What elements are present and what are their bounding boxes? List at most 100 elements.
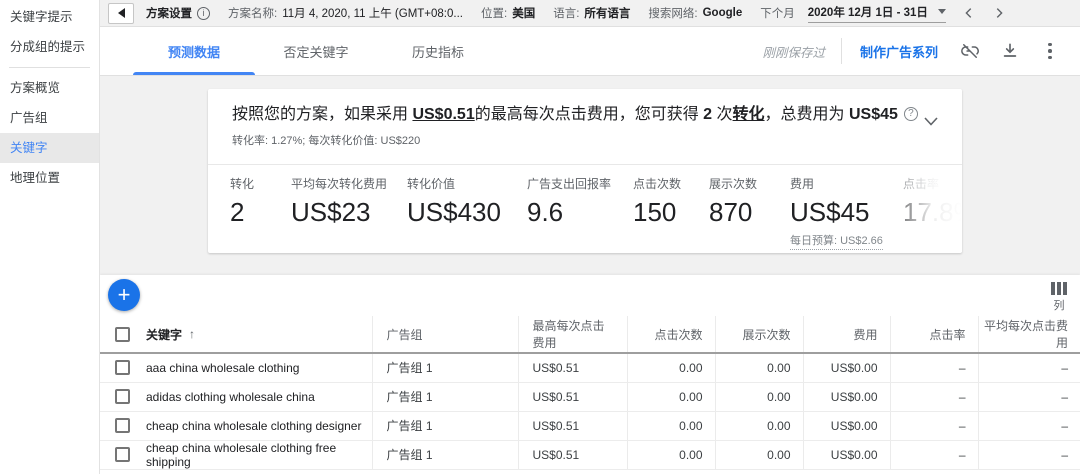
headline-text: ，总费用为 xyxy=(765,106,849,123)
more-options-button[interactable] xyxy=(1030,31,1070,71)
col-header-cost[interactable]: 费用 xyxy=(803,316,890,353)
select-all-checkbox[interactable] xyxy=(115,327,130,342)
col-header-clicks[interactable]: 点击次数 xyxy=(627,316,715,353)
daily-budget-note[interactable]: 每日预算: US$2.66 xyxy=(790,232,883,250)
col-header-max-cpc[interactable]: 最高每次点击费用 xyxy=(518,316,627,353)
cell-clicks: 0.00 xyxy=(627,382,715,411)
tab-forecasts[interactable]: 预测数据 xyxy=(133,27,255,75)
metric-avg-cost-per-conversion: 平均每次转化费用 US$23 xyxy=(291,175,407,252)
col-header-keyword[interactable]: 关键字 ↑ xyxy=(100,316,372,353)
ad-group-text: 广告组 1 xyxy=(387,390,433,404)
help-icon[interactable]: ? xyxy=(904,107,918,121)
cell-clicks: 0.00 xyxy=(627,411,715,440)
metric-value: US$45 xyxy=(790,197,903,228)
cell-ad-group: 广告组 1 xyxy=(372,353,518,382)
cell-max-cpc[interactable]: US$0.51 xyxy=(518,440,627,469)
collapse-card-button[interactable] xyxy=(924,113,938,131)
sidebar-item-locations[interactable]: 地理位置 xyxy=(0,163,99,193)
language-label: 语言: xyxy=(553,5,579,21)
col-header-avg-cpc[interactable]: 平均每次点击费用 xyxy=(978,316,1080,353)
tab-historical-metrics[interactable]: 历史指标 xyxy=(377,27,499,75)
network-value[interactable]: Google xyxy=(703,7,743,19)
dropdown-caret-icon xyxy=(938,9,946,14)
chevron-left-icon xyxy=(962,6,976,20)
cell-ctr: – xyxy=(890,353,978,382)
col-header-ad-group[interactable]: 广告组 xyxy=(372,316,518,353)
info-icon[interactable]: i xyxy=(197,7,210,20)
create-campaign-button[interactable]: 制作广告系列 xyxy=(860,42,938,61)
sidebar-item-plan-overview[interactable]: 方案概览 xyxy=(0,73,99,103)
row-checkbox[interactable] xyxy=(115,418,130,433)
plan-settings-bar: 方案设置 i 方案名称: 11月 4, 2020, 11 上午 (GMT+08:… xyxy=(100,0,1080,27)
cell-ad-group: 广告组 1 xyxy=(372,440,518,469)
columns-button[interactable]: 列 xyxy=(1051,282,1067,313)
sidebar-item-keyword-ideas[interactable]: 关键字提示 xyxy=(0,2,99,32)
col-header-impressions[interactable]: 展示次数 xyxy=(715,316,803,353)
sidebar: 关键字提示 分成组的提示 方案概览 广告组 关键字 地理位置 xyxy=(0,0,100,474)
cell-max-cpc[interactable]: US$0.51 xyxy=(518,353,627,382)
cell-max-cpc[interactable]: US$0.51 xyxy=(518,382,627,411)
download-button[interactable] xyxy=(990,31,1030,71)
metric-label: 转化价值 xyxy=(407,175,527,192)
table-row: aaa china wholesale clothing 广告组 1 US$0.… xyxy=(100,353,1080,382)
metric-label: 点击次数 xyxy=(633,175,709,192)
plan-settings-label: 方案设置 xyxy=(146,5,192,21)
tabs-toolbar: 预测数据 否定关键字 历史指标 刚刚保存过 制作广告系列 xyxy=(100,27,1080,76)
metric-value: 17.8% xyxy=(903,197,962,228)
add-keyword-button[interactable]: + xyxy=(108,279,140,311)
metric-clicks: 点击次数 150 xyxy=(633,175,709,252)
metric-conversion-value: 转化价值 US$430 xyxy=(407,175,527,252)
cell-impressions: 0.00 xyxy=(715,382,803,411)
cell-impressions: 0.00 xyxy=(715,353,803,382)
metric-conversions: 转化 2 xyxy=(230,175,291,252)
sidebar-item-ad-groups[interactable]: 广告组 xyxy=(0,103,99,133)
sidebar-item-keywords[interactable]: 关键字 xyxy=(0,133,99,163)
content-area: 按照您的方案，如果采用 US$0.51的最高每次点击费用，您可获得 2 次转化，… xyxy=(100,76,1080,474)
headline-text: 次 xyxy=(712,106,732,123)
cell-max-cpc[interactable]: US$0.51 xyxy=(518,411,627,440)
cell-clicks: 0.00 xyxy=(627,353,715,382)
kebab-menu-icon xyxy=(1048,43,1052,60)
metric-value: 9.6 xyxy=(527,197,633,228)
cell-impressions: 0.00 xyxy=(715,440,803,469)
cell-keyword: adidas clothing wholesale china xyxy=(100,382,372,411)
previous-period-button[interactable] xyxy=(962,6,976,20)
chevron-down-icon xyxy=(924,117,938,126)
cell-ctr: – xyxy=(890,411,978,440)
main-area: 方案设置 i 方案名称: 11月 4, 2020, 11 上午 (GMT+08:… xyxy=(100,0,1080,474)
headline-text: 按照您的方案，如果采用 xyxy=(232,106,412,123)
row-checkbox[interactable] xyxy=(115,447,130,462)
toolbar-actions: 刚刚保存过 制作广告系列 xyxy=(762,27,1080,75)
cell-avg-cpc: – xyxy=(978,382,1080,411)
cell-keyword: cheap china wholesale clothing free ship… xyxy=(100,440,372,469)
location-value[interactable]: 美国 xyxy=(512,5,535,21)
language-value[interactable]: 所有语言 xyxy=(584,5,630,21)
metric-value: US$430 xyxy=(407,197,527,228)
row-checkbox[interactable] xyxy=(115,389,130,404)
back-button[interactable] xyxy=(108,3,134,24)
cell-cost: US$0.00 xyxy=(803,353,890,382)
metric-ctr: 点击率 17.8% xyxy=(903,175,962,252)
next-period-button[interactable] xyxy=(992,6,1006,20)
columns-icon xyxy=(1051,282,1067,295)
plan-name-value[interactable]: 11月 4, 2020, 11 上午 (GMT+08:0... xyxy=(282,5,463,21)
cell-ctr: – xyxy=(890,382,978,411)
row-checkbox[interactable] xyxy=(115,360,130,375)
table-row: cheap china wholesale clothing free ship… xyxy=(100,440,1080,469)
unlink-button[interactable] xyxy=(950,31,990,71)
col-header-ctr[interactable]: 点击率 xyxy=(890,316,978,353)
forecast-subline: 转化率: 1.27%; 每次转化价值: US$220 xyxy=(232,132,942,148)
tab-list: 预测数据 否定关键字 历史指标 xyxy=(133,27,499,75)
tab-negative-keywords[interactable]: 否定关键字 xyxy=(255,27,377,75)
sidebar-item-grouped-ideas[interactable]: 分成组的提示 xyxy=(0,32,99,62)
cell-keyword: aaa china wholesale clothing xyxy=(100,353,372,382)
headline-conversions: 2 xyxy=(703,106,712,123)
cell-ctr: – xyxy=(890,440,978,469)
metric-value: 2 xyxy=(230,197,291,228)
keyword-text: aaa china wholesale clothing xyxy=(146,361,299,375)
network-label: 搜索网络: xyxy=(648,5,697,21)
cell-ad-group: 广告组 1 xyxy=(372,411,518,440)
date-range-select[interactable]: 2020年 12月 1日 - 31日 xyxy=(808,4,946,23)
metric-label: 转化 xyxy=(230,175,291,192)
plus-icon: + xyxy=(118,284,131,306)
